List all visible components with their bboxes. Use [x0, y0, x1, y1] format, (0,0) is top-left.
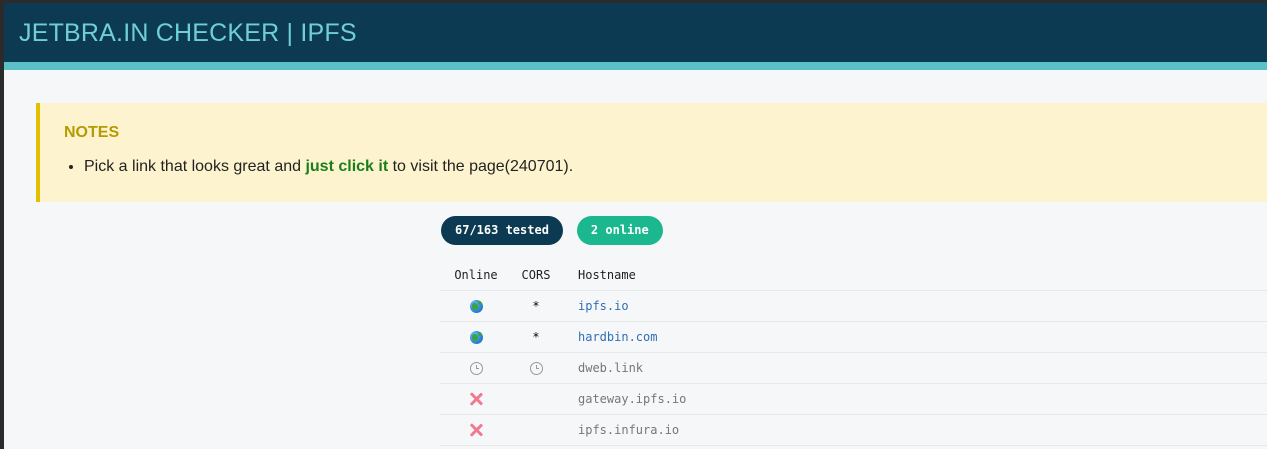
notes-list: Pick a link that looks great and just cl…	[64, 158, 573, 176]
online-count-badge: 2 online	[576, 216, 663, 245]
notes-panel: NOTES Pick a link that looks great and j…	[36, 103, 1267, 202]
online-status-cell	[440, 392, 512, 406]
notes-item: Pick a link that looks great and just cl…	[84, 158, 573, 176]
notes-item-highlight: just click it	[305, 158, 389, 175]
hostname-cell: gateway.ipfs.io	[560, 392, 686, 406]
table-row: * hardbin.com	[440, 322, 1267, 353]
hostname-text: dweb.link	[578, 361, 644, 375]
app-window: JETBRA.IN CHECKER | IPFS NOTES Pick a li…	[4, 3, 1267, 449]
hostname-cell: dweb.link	[560, 361, 643, 375]
hostname-cell: ipfs.io	[560, 299, 629, 313]
hostname-link[interactable]: hardbin.com	[578, 330, 657, 344]
online-status-cell	[440, 330, 512, 344]
column-header-hostname: Hostname	[578, 267, 636, 282]
status-badges: 67/163 tested 2 online	[441, 216, 663, 245]
cross-icon	[469, 392, 483, 406]
cors-cell: *	[532, 299, 540, 313]
tested-count-badge: 67/163 tested	[441, 216, 563, 245]
notes-item-suffix: to visit the page(240701).	[388, 158, 574, 175]
notes-item-prefix: Pick a link that looks great and	[84, 158, 306, 175]
page-title: JETBRA.IN CHECKER | IPFS	[19, 18, 357, 47]
clock-icon	[469, 361, 483, 375]
table-row: gateway.ipfs.io	[440, 384, 1267, 415]
table-row: dweb.link	[440, 353, 1267, 384]
hostname-cell: ipfs.infura.io	[560, 423, 679, 437]
online-status-cell	[440, 423, 512, 437]
gateway-table: Online CORS Hostname * ipfs.io * hardbin…	[440, 259, 1267, 446]
globe-icon	[469, 299, 483, 313]
table-row: ipfs.infura.io	[440, 415, 1267, 446]
online-status-cell	[440, 299, 512, 313]
app-header: JETBRA.IN CHECKER | IPFS	[4, 3, 1267, 70]
hostname-text: ipfs.infura.io	[578, 423, 680, 437]
cors-cell	[512, 361, 560, 375]
table-row: * ipfs.io	[440, 291, 1267, 322]
column-header-cors: CORS	[521, 267, 551, 282]
notes-title: NOTES	[64, 124, 120, 141]
table-header-row: Online CORS Hostname	[440, 259, 1267, 291]
clock-icon	[529, 361, 543, 375]
cors-cell: *	[532, 330, 540, 344]
column-header-online: Online	[454, 267, 498, 282]
hostname-text: gateway.ipfs.io	[578, 392, 687, 406]
cross-icon	[469, 423, 483, 437]
online-status-cell	[440, 361, 512, 375]
hostname-cell: hardbin.com	[560, 330, 657, 344]
hostname-link[interactable]: ipfs.io	[578, 299, 629, 313]
globe-icon	[469, 330, 483, 344]
